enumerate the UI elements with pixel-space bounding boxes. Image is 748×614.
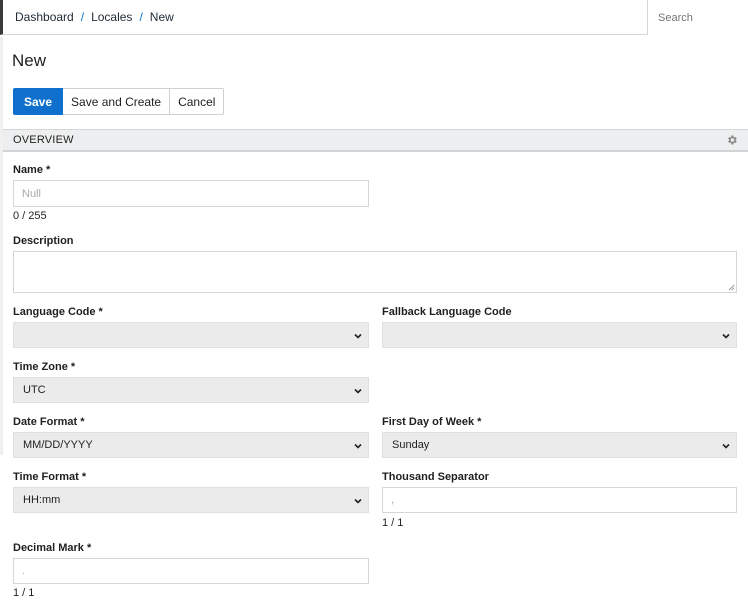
left-accent-bar xyxy=(0,37,3,455)
description-label: Description xyxy=(13,235,74,247)
fallback-language-code-select[interactable] xyxy=(382,322,737,348)
breadcrumb-separator: / xyxy=(80,10,85,24)
chevron-down-icon xyxy=(354,388,362,394)
top-bar: Dashboard / Locales / New xyxy=(0,0,748,37)
resize-grip-icon[interactable] xyxy=(728,284,735,291)
language-code-select[interactable] xyxy=(13,322,369,348)
gear-icon[interactable] xyxy=(726,134,738,146)
cancel-button[interactable]: Cancel xyxy=(170,88,225,115)
section-title: OVERVIEW xyxy=(13,134,74,146)
thousand-separator-field[interactable] xyxy=(382,487,737,513)
breadcrumb: Dashboard / Locales / New xyxy=(15,10,174,24)
breadcrumb-container: Dashboard / Locales / New xyxy=(0,0,648,35)
thousand-separator-label: Thousand Separator xyxy=(382,471,489,483)
description-field[interactable] xyxy=(13,251,737,293)
date-format-select[interactable]: MM/DD/YYYY xyxy=(13,432,369,458)
chevron-down-icon xyxy=(354,498,362,504)
first-day-of-week-value: Sunday xyxy=(392,439,430,451)
name-char-counter: 0 / 255 xyxy=(13,210,47,222)
decimal-mark-label: Decimal Mark * xyxy=(13,542,92,554)
first-day-of-week-label: First Day of Week * xyxy=(382,416,482,428)
time-zone-select[interactable]: UTC xyxy=(13,377,369,403)
decimal-mark-char-counter: 1 / 1 xyxy=(13,587,35,599)
breadcrumb-locales[interactable]: Locales xyxy=(91,10,132,24)
first-day-of-week-select[interactable]: Sunday xyxy=(382,432,737,458)
time-zone-value: UTC xyxy=(23,384,46,396)
date-format-label: Date Format * xyxy=(13,416,85,428)
name-label: Name * xyxy=(13,164,51,176)
time-zone-label: Time Zone * xyxy=(13,361,76,373)
fallback-language-code-label: Fallback Language Code xyxy=(382,306,512,318)
page-title: New xyxy=(12,51,47,70)
description-wrapper xyxy=(13,251,737,293)
form-actions: Save Save and Create Cancel xyxy=(13,88,225,115)
chevron-down-icon xyxy=(354,333,362,339)
time-format-value: HH:mm xyxy=(23,494,61,506)
chevron-down-icon xyxy=(354,443,362,449)
time-format-select[interactable]: HH:mm xyxy=(13,487,369,513)
save-button[interactable]: Save xyxy=(13,88,64,115)
chevron-down-icon xyxy=(722,333,730,339)
thousand-separator-char-counter: 1 / 1 xyxy=(382,517,404,529)
language-code-label: Language Code * xyxy=(13,306,103,318)
time-format-label: Time Format * xyxy=(13,471,87,483)
breadcrumb-separator: / xyxy=(139,10,143,24)
breadcrumb-current: New xyxy=(149,10,174,24)
breadcrumb-dashboard[interactable]: Dashboard xyxy=(15,10,74,24)
name-field[interactable] xyxy=(13,180,369,207)
date-format-value: MM/DD/YYYY xyxy=(23,439,93,451)
search-input[interactable] xyxy=(650,0,748,35)
chevron-down-icon xyxy=(722,443,730,449)
save-and-create-button[interactable]: Save and Create xyxy=(63,88,171,115)
overview-section-header[interactable]: OVERVIEW xyxy=(3,129,748,152)
decimal-mark-field[interactable] xyxy=(13,558,369,584)
